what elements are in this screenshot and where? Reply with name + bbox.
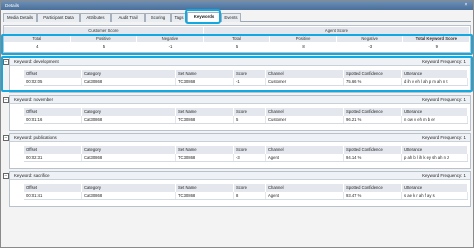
col-channel[interactable]: Channel	[266, 108, 344, 116]
col-spotted-confidence[interactable]: Spotted Confidence	[344, 146, 402, 154]
keyword-detail-table: Offset Category Set Name Score Channel S…	[24, 108, 468, 125]
col-offset[interactable]: Offset	[24, 146, 82, 154]
cell-spotted-confidence: 96.21 %	[344, 116, 402, 123]
col-score[interactable]: Score	[234, 108, 266, 116]
cell-set-name: TC30868	[176, 116, 234, 123]
keyword-frequency: Keyword Frequency: 1	[422, 173, 466, 178]
col-channel[interactable]: Channel	[266, 184, 344, 192]
tab-scoring[interactable]: Scoring	[145, 13, 171, 22]
collapse-icon[interactable]: −	[3, 173, 9, 179]
cell-score: 8	[234, 192, 266, 199]
col-category[interactable]: Category	[82, 146, 176, 154]
col-offset[interactable]: Offset	[24, 184, 82, 192]
cell-utterance: p ah b l ih k ey sh ah n z	[402, 154, 468, 161]
cell-channel: Agent	[266, 154, 344, 161]
keyword-group: − Keyword: publications Keyword Frequenc…	[3, 133, 471, 169]
cell-channel: Agent	[266, 192, 344, 199]
keyword-group-header[interactable]: − Keyword: november Keyword Frequency: 1	[3, 96, 470, 104]
cell-category: Cat30868	[82, 116, 176, 123]
keyword-group: − Keyword: november Keyword Frequency: 1…	[3, 95, 471, 131]
table-row[interactable]: 00:01:41 Cat30868 TC30868 8 Agent 93.47 …	[24, 192, 468, 200]
col-score[interactable]: Score	[234, 184, 266, 192]
window-titlebar: Details ×	[1, 1, 473, 10]
col-set-name[interactable]: Set Name	[176, 184, 234, 192]
cell-category: Cat30868	[82, 154, 176, 161]
keyword-group-highlight	[1, 56, 473, 92]
cell-spotted-confidence: 94.14 %	[344, 154, 402, 161]
tab-bar: Media Details Participant Data Attribute…	[3, 12, 471, 22]
keyword-group-header[interactable]: − Keyword: publications Keyword Frequenc…	[3, 134, 470, 142]
score-summary-highlight	[1, 34, 473, 55]
col-offset[interactable]: Offset	[24, 108, 82, 116]
score-group-header-row: Customer Score Agent Score	[4, 27, 470, 34]
cell-offset: 00:01:41	[24, 192, 82, 199]
keyword-detail-table: Offset Category Set Name Score Channel S…	[24, 184, 468, 201]
tab-audit-trail[interactable]: Audit Trail	[111, 13, 145, 22]
keyword-detail-table: Offset Category Set Name Score Channel S…	[24, 146, 468, 163]
col-spotted-confidence[interactable]: Spotted Confidence	[344, 184, 402, 192]
keyword-title: Keyword: november	[14, 97, 54, 102]
col-category[interactable]: Category	[82, 184, 176, 192]
col-category[interactable]: Category	[82, 108, 176, 116]
tab-media-details[interactable]: Media Details	[3, 13, 37, 22]
cell-set-name: TC30868	[176, 192, 234, 199]
cell-utterance: s ae k r ah f ay s	[402, 192, 468, 199]
table-row[interactable]: 00:02:31 Cat30868 TC30868 -3 Agent 94.14…	[24, 154, 468, 162]
tab-attributes[interactable]: Attributes	[80, 13, 111, 22]
collapse-icon[interactable]: −	[3, 135, 9, 141]
table-row[interactable]: 00:01:16 Cat30868 TC30868 5 Customer 96.…	[24, 116, 468, 124]
keyword-title: Keyword: sacrifice	[14, 173, 50, 178]
col-set-name[interactable]: Set Name	[176, 108, 234, 116]
col-utterance[interactable]: Utterance	[402, 184, 468, 192]
collapse-icon[interactable]: −	[3, 97, 9, 103]
col-set-name[interactable]: Set Name	[176, 146, 234, 154]
col-utterance[interactable]: Utterance	[402, 108, 468, 116]
cell-channel: Customer	[266, 116, 344, 123]
keyword-frequency: Keyword Frequency: 1	[422, 135, 466, 140]
keyword-title: Keyword: publications	[14, 135, 57, 140]
cell-spotted-confidence: 93.47 %	[344, 192, 402, 199]
col-spotted-confidence[interactable]: Spotted Confidence	[344, 108, 402, 116]
keyword-frequency: Keyword Frequency: 1	[422, 97, 466, 102]
col-score[interactable]: Score	[234, 146, 266, 154]
details-window: Details × Media Details Participant Data…	[0, 0, 474, 248]
close-icon[interactable]: ×	[462, 2, 470, 9]
keywords-tab-highlight	[185, 9, 221, 24]
cell-category: Cat30868	[82, 192, 176, 199]
window-title: Details	[5, 3, 20, 8]
col-utterance[interactable]: Utterance	[402, 146, 468, 154]
cell-offset: 00:01:16	[24, 116, 82, 123]
cell-set-name: TC30868	[176, 154, 234, 161]
detail-header-row: Offset Category Set Name Score Channel S…	[24, 184, 468, 192]
customer-score-header: Customer Score	[4, 27, 204, 34]
col-channel[interactable]: Channel	[266, 146, 344, 154]
cell-utterance: n ow v eh m b er	[402, 116, 468, 123]
cell-offset: 00:02:31	[24, 154, 82, 161]
cell-score: -3	[234, 154, 266, 161]
detail-header-row: Offset Category Set Name Score Channel S…	[24, 108, 468, 116]
keyword-group: − Keyword: sacrifice Keyword Frequency: …	[3, 171, 471, 207]
cell-score: 5	[234, 116, 266, 123]
tab-participant-data[interactable]: Participant Data	[37, 13, 80, 22]
agent-score-header: Agent Score	[203, 27, 470, 34]
detail-header-row: Offset Category Set Name Score Channel S…	[24, 146, 468, 154]
tab-events[interactable]: Events	[221, 13, 241, 22]
keyword-group-header[interactable]: − Keyword: sacrifice Keyword Frequency: …	[3, 172, 470, 180]
